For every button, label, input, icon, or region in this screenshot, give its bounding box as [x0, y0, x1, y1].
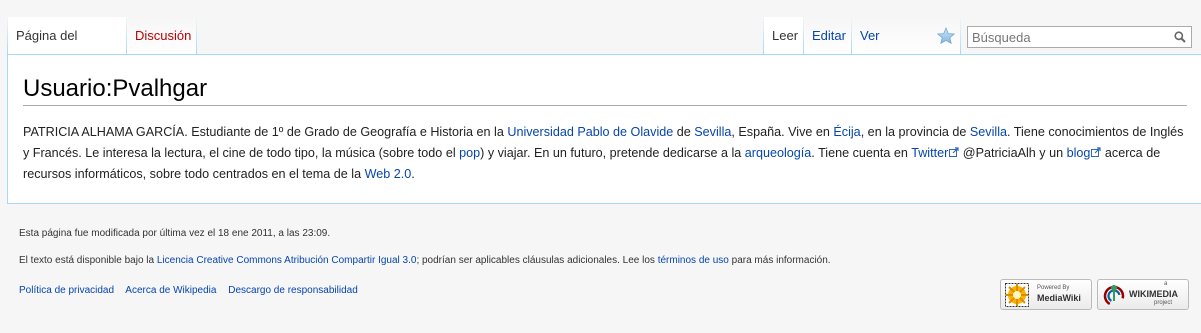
- wikimedia-logo-icon: [1103, 285, 1125, 307]
- terms-link[interactable]: términos de uso: [658, 255, 729, 266]
- search-input[interactable]: [972, 29, 1162, 45]
- badge-project: project: [1154, 300, 1173, 306]
- link-blog-label: blog: [1066, 146, 1091, 160]
- watch-button[interactable]: [932, 17, 960, 54]
- body-text: de: [673, 125, 695, 139]
- tab-separator: [960, 17, 961, 54]
- page-tabs: Página del usuario Discusión Leer Editar…: [0, 0, 1201, 80]
- content-area: Usuario:Pvalhgar PATRICIA ALHAMA GARCÍA.…: [7, 54, 1201, 204]
- footer-places: Política de privacidad Acerca de Wikiped…: [19, 285, 367, 296]
- link-ecija[interactable]: Écija: [833, 125, 860, 139]
- footer-link-about[interactable]: Acerca de Wikipedia: [125, 285, 216, 296]
- footer-text: para más información.: [728, 255, 831, 266]
- tab-user-page[interactable]: Página del usuario: [8, 17, 126, 80]
- license-link[interactable]: Licencia Creative Commons Atribución Com…: [157, 255, 417, 266]
- mediawiki-logo-icon: [1005, 283, 1029, 307]
- link-sevilla[interactable]: Sevilla: [694, 125, 731, 139]
- body-text: . Tiene cuenta en: [811, 146, 912, 160]
- search-box: [967, 26, 1192, 48]
- link-arqueologia[interactable]: arqueología: [745, 146, 812, 160]
- user-description: PATRICIA ALHAMA GARCÍA. Estudiante de 1º…: [23, 122, 1188, 185]
- body-text: , en la provincia de: [860, 125, 970, 139]
- search-icon[interactable]: [1174, 31, 1186, 43]
- watch-star-icon: [937, 27, 955, 44]
- external-link-icon: [1091, 147, 1101, 157]
- link-twitter-label: Twitter: [911, 146, 949, 160]
- link-sevilla-provincia[interactable]: Sevilla: [970, 125, 1007, 139]
- footer-text: ; podrían ser aplicables cláusulas adici…: [416, 255, 658, 266]
- link-pop[interactable]: pop: [459, 146, 480, 160]
- body-text: , España. Vive en: [731, 125, 834, 139]
- tab-separator: [196, 17, 197, 54]
- link-web20[interactable]: Web 2.0: [365, 167, 412, 181]
- badge-powered-by: Powered By: [1037, 285, 1070, 291]
- tab-read[interactable]: Leer: [764, 17, 803, 54]
- body-text: ) y viajar. En un futuro, pretende dedic…: [480, 146, 745, 160]
- body-text: @PatriciaAlh y un: [959, 146, 1067, 160]
- external-link-icon: [949, 147, 959, 157]
- tab-edit[interactable]: Editar: [804, 17, 851, 54]
- footer-link-privacy[interactable]: Política de privacidad: [19, 285, 114, 296]
- link-twitter[interactable]: Twitter: [911, 146, 959, 160]
- page-title: Usuario:Pvalhgar: [23, 75, 1187, 106]
- tab-history[interactable]: Ver historial: [852, 17, 932, 80]
- body-text: .: [411, 167, 415, 181]
- footer-copyright: El texto está disponible bajo la Licenci…: [19, 255, 831, 266]
- badge-wikimedia: WIKIMEDIA: [1129, 289, 1178, 299]
- link-universidad[interactable]: Universidad Pablo de Olavide: [507, 125, 673, 139]
- body-text: PATRICIA ALHAMA GARCÍA. Estudiante de 1º…: [23, 125, 508, 139]
- footer-text: El texto está disponible bajo la: [19, 255, 157, 266]
- powered-by-mediawiki-badge[interactable]: Powered By MediaWiki: [1000, 279, 1092, 310]
- link-blog[interactable]: blog: [1067, 146, 1102, 160]
- footer-lastmod: Esta página fue modificada por última ve…: [19, 228, 331, 239]
- badge-a: a: [1164, 281, 1168, 287]
- wikimedia-project-badge[interactable]: a WIKIMEDIA project: [1097, 279, 1189, 310]
- badge-mediawiki: MediaWiki: [1037, 293, 1081, 303]
- tab-discussion[interactable]: Discusión: [127, 17, 196, 54]
- footer-link-disclaimer[interactable]: Descargo de responsabilidad: [228, 285, 358, 296]
